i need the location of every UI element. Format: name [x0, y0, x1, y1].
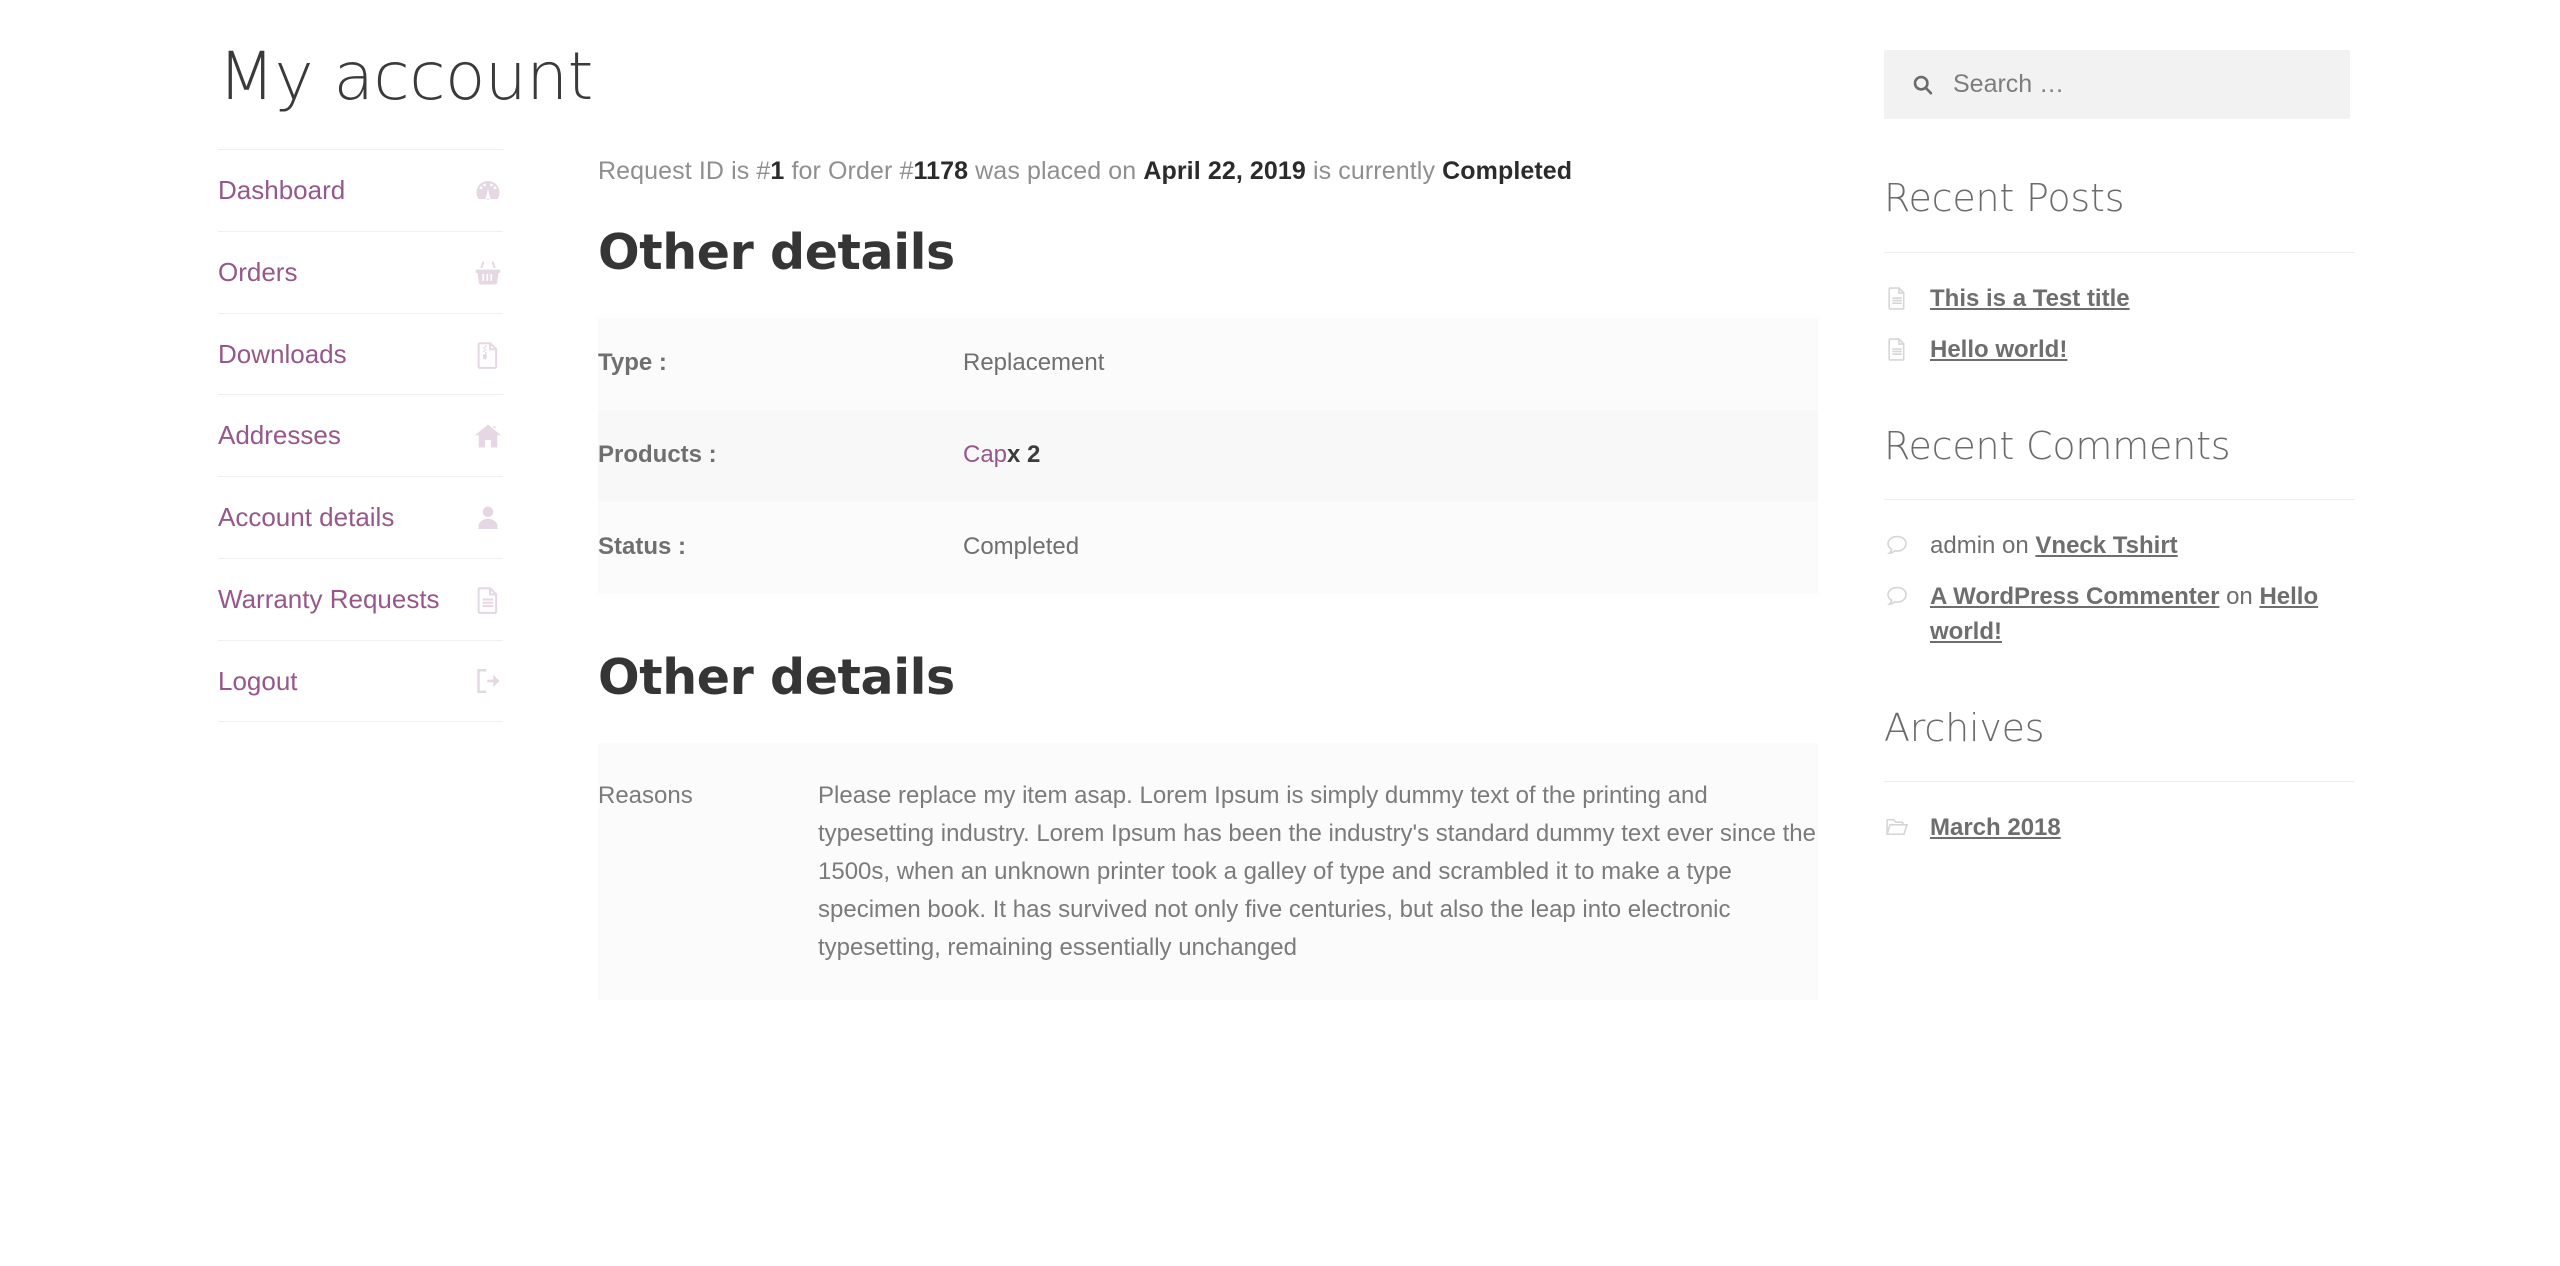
- account-wrapper: My account Dashboard Orders Downloads Ad…: [218, 0, 1818, 1001]
- nav-label-account-details: Account details: [218, 502, 395, 533]
- reasons-section-heading: Other details: [598, 648, 955, 706]
- nav-item-warranty-requests[interactable]: Warranty Requests: [218, 557, 503, 640]
- download-file-icon: [473, 340, 503, 370]
- home-icon: [473, 421, 503, 451]
- sidebar-item-dashboard[interactable]: Dashboard: [218, 150, 503, 231]
- request-prefix: Request ID is #: [598, 157, 771, 186]
- sidebar-item-account-details[interactable]: Account details: [218, 477, 503, 558]
- search-form: [1884, 50, 2350, 119]
- row-label-products: Products :: [598, 440, 717, 468]
- row-label-reasons: Reasons: [598, 781, 693, 809]
- list-item-body: A WordPress Commenter on Hello world!: [1930, 580, 2354, 648]
- row-value-status: Completed: [963, 532, 1080, 560]
- nav-label-warranty-requests: Warranty Requests: [218, 583, 440, 614]
- product-link-cap[interactable]: Cap: [963, 441, 1007, 468]
- list-item: This is a Test title: [1884, 282, 2354, 316]
- nav-item-downloads[interactable]: Downloads: [218, 312, 503, 395]
- request-placed-text: was placed on: [968, 157, 1144, 186]
- archives-list: March 2018: [1884, 811, 2354, 845]
- list-item-body: March 2018: [1930, 811, 2354, 845]
- logout-arrow-icon: [473, 666, 503, 696]
- list-item: A WordPress Commenter on Hello world!: [1884, 580, 2354, 648]
- request-summary-line: Request ID is #1 for Order #1178 was pla…: [598, 153, 1818, 191]
- recent-post-link-2[interactable]: Hello world!: [1930, 336, 2067, 363]
- comment-on-text-1: on: [1995, 532, 2036, 560]
- comment-on-text-2: on: [2219, 583, 2260, 611]
- sidebar-item-warranty-requests[interactable]: Warranty Requests: [218, 559, 503, 640]
- list-item-body: Hello world!: [1930, 333, 2354, 367]
- row-value-products: Capx 2: [963, 410, 1818, 502]
- widget-title-recent-comments: Recent Comments: [1884, 424, 2354, 501]
- comment-author-1: admin: [1930, 532, 1996, 560]
- list-item: Hello world!: [1884, 333, 2354, 367]
- page-sidebar: Recent Posts This is a Test title Hello …: [1884, 0, 2354, 862]
- widget-recent-posts: Recent Posts This is a Test title Hello …: [1884, 176, 2354, 367]
- dashboard-gauge-icon: [473, 176, 503, 206]
- table-row: Reasons Please replace my item asap. Lor…: [598, 743, 1818, 1001]
- account-navigation: Dashboard Orders Downloads Addresses Acc…: [218, 149, 503, 723]
- comment-post-link-1[interactable]: Vneck Tshirt: [2035, 532, 2177, 559]
- comment-icon: [1884, 532, 1910, 562]
- user-icon: [473, 503, 503, 533]
- sidebar-item-downloads[interactable]: Downloads: [218, 314, 503, 395]
- request-currently-text: is currently: [1305, 157, 1443, 186]
- list-item-body: admin on Vneck Tshirt: [1930, 529, 2354, 563]
- row-label-type: Type :: [598, 349, 667, 377]
- row-label-status: Status :: [598, 532, 687, 560]
- recent-comments-list: admin on Vneck Tshirt A WordPress Commen…: [1884, 529, 2354, 648]
- widget-title-recent-posts: Recent Posts: [1884, 176, 2354, 253]
- widget-title-archives: Archives: [1884, 706, 2354, 783]
- nav-label-orders: Orders: [218, 257, 298, 288]
- sidebar-item-logout[interactable]: Logout: [218, 641, 503, 722]
- other-details-table: Type : Replacement Products : Capx 2 Sta…: [598, 318, 1818, 594]
- order-date: April 22, 2019: [1143, 157, 1306, 186]
- product-quantity: x 2: [1007, 440, 1041, 468]
- nav-label-downloads: Downloads: [218, 338, 347, 369]
- reasons-table: Reasons Please replace my item asap. Lor…: [598, 742, 1818, 1001]
- archive-link-march-2018[interactable]: March 2018: [1930, 814, 2061, 841]
- request-id: 1: [770, 157, 785, 186]
- details-section-heading: Other details: [598, 223, 955, 281]
- page-title: My account: [218, 38, 593, 115]
- recent-post-link-1[interactable]: This is a Test title: [1930, 285, 2130, 312]
- account-body: Dashboard Orders Downloads Addresses Acc…: [218, 149, 1818, 1001]
- document-icon: [473, 585, 503, 615]
- request-middle: for Order #: [784, 157, 914, 186]
- my-account-page: My account Dashboard Orders Downloads Ad…: [0, 0, 2560, 1266]
- widget-recent-comments: Recent Comments admin on Vneck Tshirt A …: [1884, 424, 2354, 649]
- nav-label-logout: Logout: [218, 665, 298, 696]
- folder-icon: [1884, 814, 1910, 844]
- nav-item-dashboard[interactable]: Dashboard: [218, 149, 503, 231]
- row-value-type: Replacement: [963, 349, 1105, 377]
- search-icon: [1911, 73, 1935, 97]
- comment-author-link-2[interactable]: A WordPress Commenter: [1930, 583, 2219, 610]
- nav-label-dashboard: Dashboard: [218, 175, 346, 206]
- nav-item-logout[interactable]: Logout: [218, 639, 503, 723]
- document-icon: [1884, 285, 1910, 315]
- row-value-reasons: Please replace my item asap. Lorem Ipsum…: [818, 781, 1816, 961]
- status-badge: Completed: [1442, 157, 1573, 186]
- sidebar-item-addresses[interactable]: Addresses: [218, 395, 503, 476]
- list-item: admin on Vneck Tshirt: [1884, 529, 2354, 563]
- account-content: Request ID is #1 for Order #1178 was pla…: [503, 149, 1818, 1001]
- widget-archives: Archives March 2018: [1884, 706, 2354, 846]
- nav-item-account-details[interactable]: Account details: [218, 476, 503, 558]
- table-row: Status : Completed: [598, 501, 1818, 594]
- nav-label-addresses: Addresses: [218, 420, 341, 451]
- nav-item-addresses[interactable]: Addresses: [218, 394, 503, 476]
- nav-item-orders[interactable]: Orders: [218, 231, 503, 313]
- order-id: 1178: [913, 157, 969, 186]
- sidebar-item-orders[interactable]: Orders: [218, 232, 503, 313]
- document-icon: [1884, 336, 1910, 366]
- search-input[interactable]: [1884, 50, 2350, 119]
- list-item: March 2018: [1884, 811, 2354, 845]
- basket-icon: [473, 258, 503, 288]
- comment-icon: [1884, 583, 1910, 613]
- list-item-body: This is a Test title: [1930, 282, 2354, 316]
- table-row: Products : Capx 2: [598, 409, 1818, 502]
- recent-posts-list: This is a Test title Hello world!: [1884, 282, 2354, 367]
- table-row: Type : Replacement: [598, 318, 1818, 410]
